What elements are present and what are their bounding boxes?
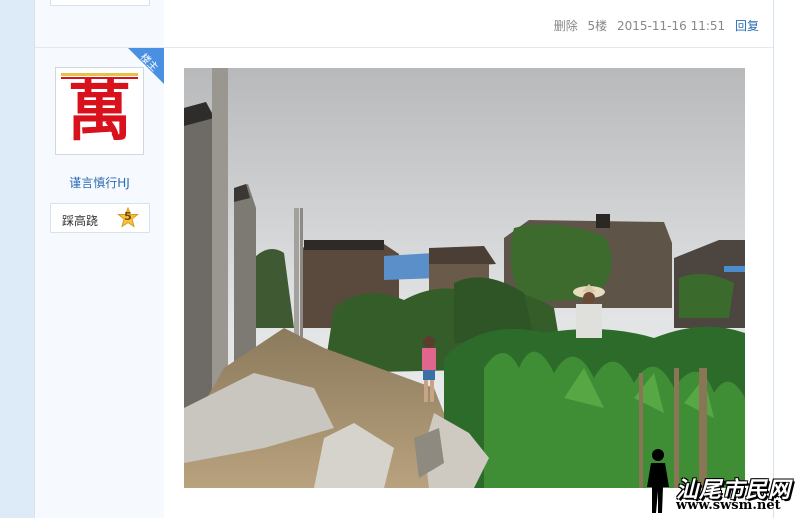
previous-post-author-sidebar <box>35 0 164 47</box>
author-sidebar: 楼主 萬 谨言慎行HJ 踩高跷 5 <box>35 48 164 518</box>
page-left-margin <box>0 0 34 518</box>
rank-star-icon: 5 <box>117 207 139 229</box>
author-rank-box: 踩高跷 5 <box>50 203 150 233</box>
rank-level: 5 <box>124 210 132 223</box>
avatar[interactable]: 萬 <box>55 67 144 155</box>
delete-link[interactable]: 删除 <box>554 19 578 33</box>
rank-title: 踩高跷 <box>62 214 99 228</box>
previous-post-rank-box <box>50 0 150 6</box>
post-image[interactable] <box>184 68 745 488</box>
author-name-link[interactable]: 谨言慎行HJ <box>35 174 164 191</box>
site-watermark: 汕尾市民网 www.swsm.net <box>640 444 806 518</box>
watermark-figure-icon <box>643 447 673 515</box>
watermark-url: www.swsm.net <box>676 498 781 513</box>
page-right-margin <box>774 0 806 518</box>
post-timestamp: 2015-11-16 11:51 <box>617 19 726 33</box>
thread-container: 删除 5楼 2015-11-16 11:51 回复 楼主 萬 谨言慎行HJ 踩高… <box>34 0 774 518</box>
previous-post-meta: 删除 5楼 2015-11-16 11:51 回复 <box>548 17 759 34</box>
avatar-seal-character: 萬 <box>67 75 132 150</box>
floor-number: 5楼 <box>587 19 608 33</box>
reply-link[interactable]: 回复 <box>735 19 759 33</box>
